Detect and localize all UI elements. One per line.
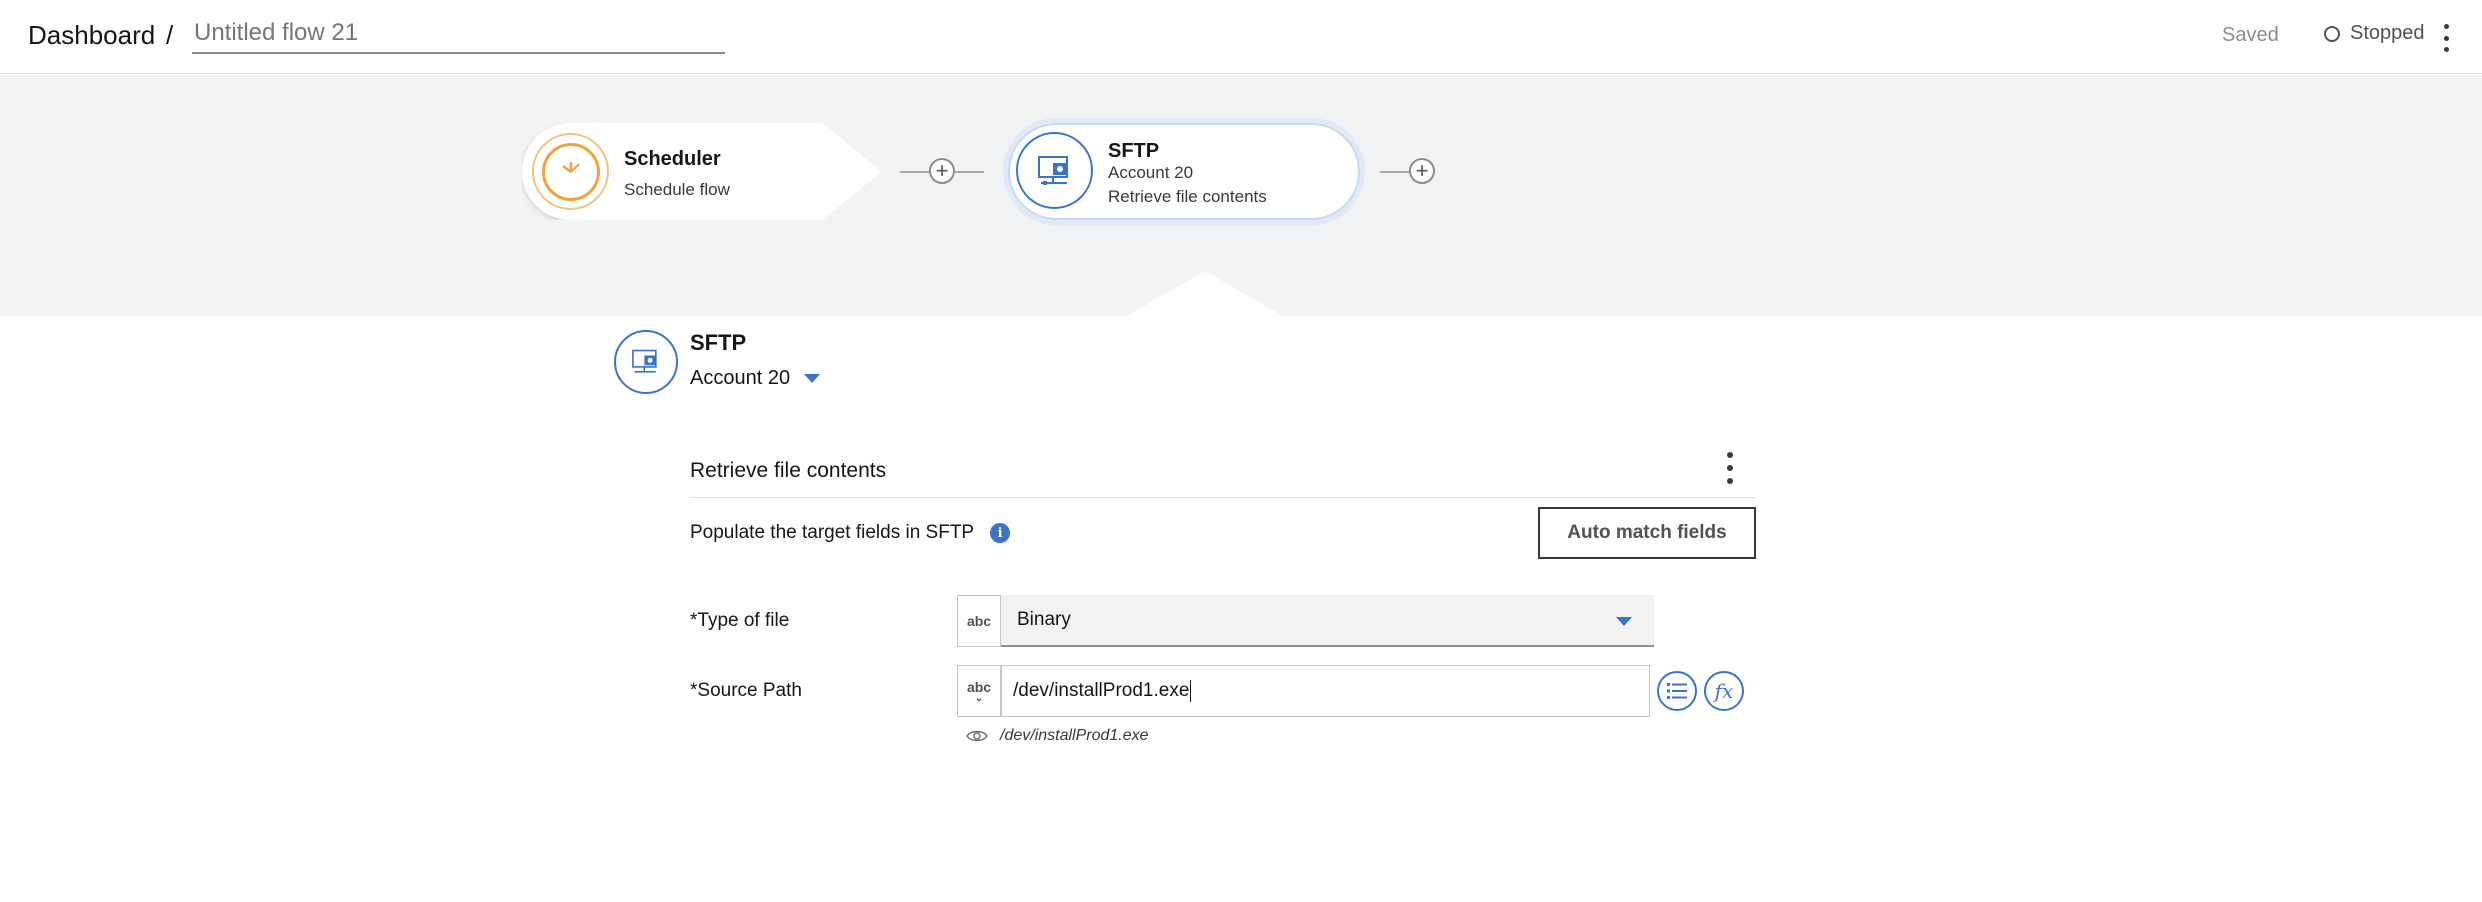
- sftp-node-title: SFTP: [1108, 140, 1160, 162]
- breadcrumb-separator: /: [166, 20, 174, 50]
- action-title: Retrieve file contents: [690, 459, 887, 482]
- type-of-file-select[interactable]: Binary: [1001, 595, 1654, 647]
- type-of-file-type-badge[interactable]: abc: [957, 595, 1001, 647]
- plus-icon: +: [1415, 158, 1429, 183]
- app-title: SFTP: [690, 330, 747, 355]
- sftp-node-account: Account 20: [1108, 163, 1194, 182]
- add-step-button[interactable]: +: [929, 158, 955, 184]
- kebab-dot-icon: [1727, 478, 1733, 484]
- add-step-button[interactable]: +: [1409, 158, 1435, 184]
- flow-canvas: Scheduler Schedule flow + SFTP Account 2…: [0, 75, 2482, 317]
- plus-icon: +: [935, 158, 949, 183]
- scheduler-node[interactable]: Scheduler Schedule flow: [522, 123, 882, 220]
- kebab-dot-icon: [1727, 465, 1733, 471]
- preview-text: /dev/installProd1.exe: [1000, 727, 1149, 744]
- status-circle-icon: [2324, 25, 2340, 42]
- caret-down-icon: [804, 374, 821, 383]
- list-icon: [1667, 683, 1687, 699]
- flow-status[interactable]: Stopped: [2324, 22, 2425, 45]
- type-of-file-label: *Type of file: [690, 610, 790, 631]
- sftp-folder-icon: [1016, 132, 1093, 209]
- sftp-node[interactable]: SFTP Account 20 Retrieve file contents: [1008, 123, 1360, 220]
- flow-name-input[interactable]: [192, 14, 725, 54]
- source-path-preview: /dev/installProd1.exe: [966, 727, 1149, 745]
- overflow-menu-button[interactable]: [2436, 18, 2456, 58]
- kebab-dot-icon: [2443, 24, 2449, 29]
- sftp-node-action: Retrieve file contents: [1108, 187, 1267, 206]
- function-fx-icon: fx: [1714, 679, 1734, 703]
- source-path-input[interactable]: /dev/installProd1.exe: [1001, 665, 1650, 717]
- breadcrumb-dashboard[interactable]: Dashboard: [28, 20, 155, 51]
- source-path-type-badge[interactable]: abc ⌄: [957, 665, 1001, 717]
- chevron-down-icon: ⌄: [974, 693, 984, 704]
- scheduler-node-subtitle: Schedule flow: [624, 180, 730, 199]
- function-button[interactable]: fx: [1704, 671, 1744, 711]
- top-bar: Dashboard / Saved Stopped: [0, 0, 2482, 74]
- source-path-value: /dev/installProd1.exe: [1013, 680, 1190, 701]
- kebab-dot-icon: [2443, 35, 2449, 41]
- source-path-label: *Source Path: [690, 680, 802, 701]
- populate-text: Populate the target fields in SFTP: [690, 522, 975, 543]
- type-of-file-value: Binary: [1017, 609, 1071, 630]
- info-icon[interactable]: i: [990, 523, 1011, 543]
- account-label: Account 20: [690, 367, 791, 389]
- account-dropdown[interactable]: Account 20: [690, 367, 821, 390]
- auto-match-fields-button[interactable]: Auto match fields: [1538, 507, 1756, 559]
- populate-instructions: Populate the target fields in SFTP i: [690, 522, 1011, 544]
- scheduler-node-title: Scheduler: [624, 148, 721, 170]
- text-cursor: [1190, 680, 1192, 702]
- save-status: Saved: [2222, 24, 2279, 46]
- field-mapping-list-button[interactable]: [1657, 671, 1697, 711]
- kebab-dot-icon: [1727, 452, 1733, 458]
- clock-icon: [532, 133, 609, 210]
- panel-pointer: [1125, 271, 1285, 317]
- type-badge-text: abc: [966, 613, 992, 629]
- chevron-down-icon: [1616, 617, 1632, 626]
- sftp-app-icon: [614, 330, 678, 394]
- section-divider: [690, 497, 1756, 498]
- kebab-dot-icon: [2443, 47, 2449, 52]
- eye-icon: [966, 730, 988, 742]
- action-overflow-menu[interactable]: [1720, 448, 1740, 488]
- flow-status-label: Stopped: [2350, 22, 2425, 44]
